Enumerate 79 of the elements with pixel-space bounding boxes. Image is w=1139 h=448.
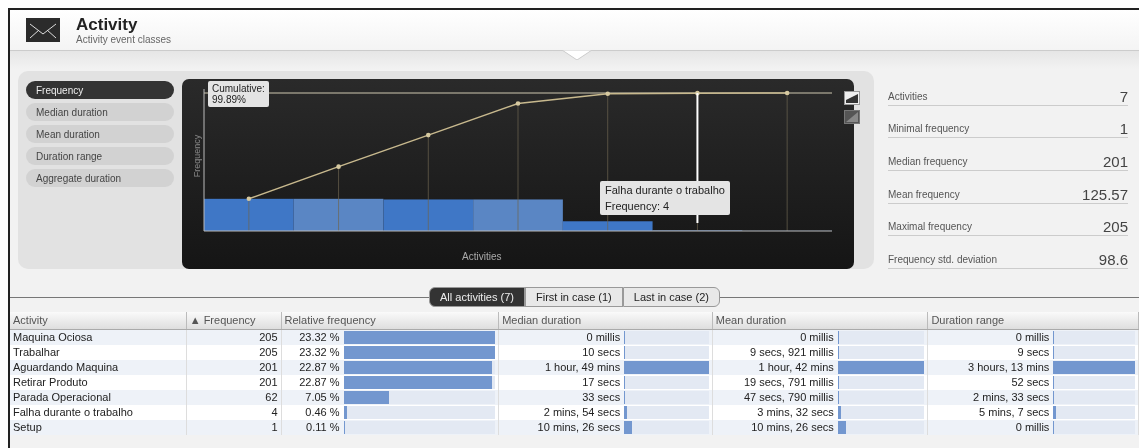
stat-value: 125.57 xyxy=(1082,185,1128,203)
stat-value: 1 xyxy=(1119,120,1128,138)
filter-tab[interactable]: All activities (7) xyxy=(429,287,525,307)
cell-value: 33 secs xyxy=(581,390,621,405)
column-header[interactable]: Mean duration xyxy=(712,312,929,329)
cell-value: 1 hour, 42 mins xyxy=(757,360,834,375)
cell-value: 3 hours, 13 mins xyxy=(967,360,1050,375)
cell-value: 10 mins, 26 secs xyxy=(536,420,621,435)
stat-value: 205 xyxy=(1102,218,1128,236)
stat-label: Frequency std. deviation xyxy=(888,254,997,268)
cell-value: 9 secs xyxy=(1016,345,1050,360)
y-axis-label: Frequency xyxy=(192,134,203,178)
cell-value: 47 secs, 790 millis xyxy=(742,390,834,405)
data-point xyxy=(784,90,790,96)
data-point xyxy=(515,101,521,106)
stat-label: Minimal frequency xyxy=(888,123,970,137)
table-cell: Parada Operacional xyxy=(10,390,187,405)
cell-value: 7.05 % xyxy=(304,390,340,405)
table-cell: Aguardando Maquina xyxy=(10,360,187,375)
cell-value: 0 millis xyxy=(1014,420,1050,435)
area-chart-icon[interactable] xyxy=(844,91,860,105)
stat-label: Median frequency xyxy=(888,156,968,169)
metric-button[interactable]: Aggregate duration xyxy=(26,169,174,187)
stat-value: 7 xyxy=(1119,87,1128,105)
column-header[interactable]: Median duration xyxy=(499,312,713,329)
tooltip-label: Cumulative: xyxy=(212,83,265,94)
cell-value: 3 mins, 32 secs xyxy=(756,405,834,420)
filter-tab[interactable]: First in case (1) xyxy=(525,287,623,307)
metric-button[interactable]: Duration range xyxy=(26,147,174,165)
cell-value: 0.46 % xyxy=(304,405,340,420)
stat-label: Maximal frequency xyxy=(888,221,972,235)
metric-button[interactable]: Frequency xyxy=(26,81,174,99)
filter-tab[interactable]: Last in case (2) xyxy=(622,287,720,307)
envelope-icon xyxy=(26,18,60,42)
cell-value: 0.11 % xyxy=(305,420,340,435)
view-subtitle: Activity event classes xyxy=(76,33,172,45)
table-cell: Maquina Ociosa xyxy=(10,330,187,345)
table-cell: 205 xyxy=(186,330,282,345)
cell-value: 9 secs, 921 millis xyxy=(749,345,834,360)
data-point xyxy=(426,132,431,138)
cell-value: 17 secs xyxy=(581,375,621,390)
tooltip-title: Falha durante o trabalho xyxy=(605,183,725,198)
column-header[interactable]: Duration range xyxy=(928,312,1139,329)
tooltip-value: Frequency: 4 xyxy=(605,199,671,214)
cell-value: 22.87 % xyxy=(298,375,340,390)
data-point xyxy=(695,90,700,96)
cell-value: 19 secs, 791 millis xyxy=(742,375,834,390)
cell-value: 2 mins, 33 secs xyxy=(971,390,1050,405)
column-header[interactable]: Relative frequency xyxy=(281,312,500,329)
x-axis-label: Activities xyxy=(462,251,502,262)
data-point xyxy=(246,196,252,202)
metric-button[interactable]: Mean duration xyxy=(26,125,174,143)
table-cell: 62 xyxy=(186,390,282,405)
data-point xyxy=(336,164,341,169)
cell-value: 23.32 % xyxy=(298,345,340,360)
table-cell: 1 xyxy=(186,420,282,435)
stat-label: Activities xyxy=(888,90,928,104)
cell-value: 0 millis xyxy=(799,330,834,345)
cell-value: 10 mins, 26 secs xyxy=(750,420,834,435)
tooltip-value: 99.89% xyxy=(212,94,247,105)
cell-value: 2 mins, 54 secs xyxy=(542,405,621,420)
view-title: Activity xyxy=(76,15,139,34)
cell-value: 0 millis xyxy=(1014,330,1050,345)
cell-value: 52 secs xyxy=(1010,375,1050,390)
cell-value: 1 hour, 49 mins xyxy=(543,360,621,375)
cell-value: 0 millis xyxy=(585,330,621,345)
cell-value: 5 mins, 7 secs xyxy=(978,405,1050,420)
table-cell: Setup xyxy=(10,420,187,435)
cell-value: 10 secs xyxy=(581,345,621,360)
stat-value: 201 xyxy=(1102,153,1128,170)
table-cell: 201 xyxy=(186,360,282,375)
metric-button[interactable]: Median duration xyxy=(26,103,174,121)
stat-value: 98.6 xyxy=(1098,251,1128,269)
stat-label: Mean frequency xyxy=(888,188,960,202)
cell-value: 23.32 % xyxy=(298,330,340,345)
column-header[interactable]: Activity xyxy=(10,312,187,329)
cell-value: 22.87 % xyxy=(298,360,340,375)
data-point xyxy=(605,91,610,97)
column-header[interactable]: ▲ Frequency xyxy=(186,312,282,329)
